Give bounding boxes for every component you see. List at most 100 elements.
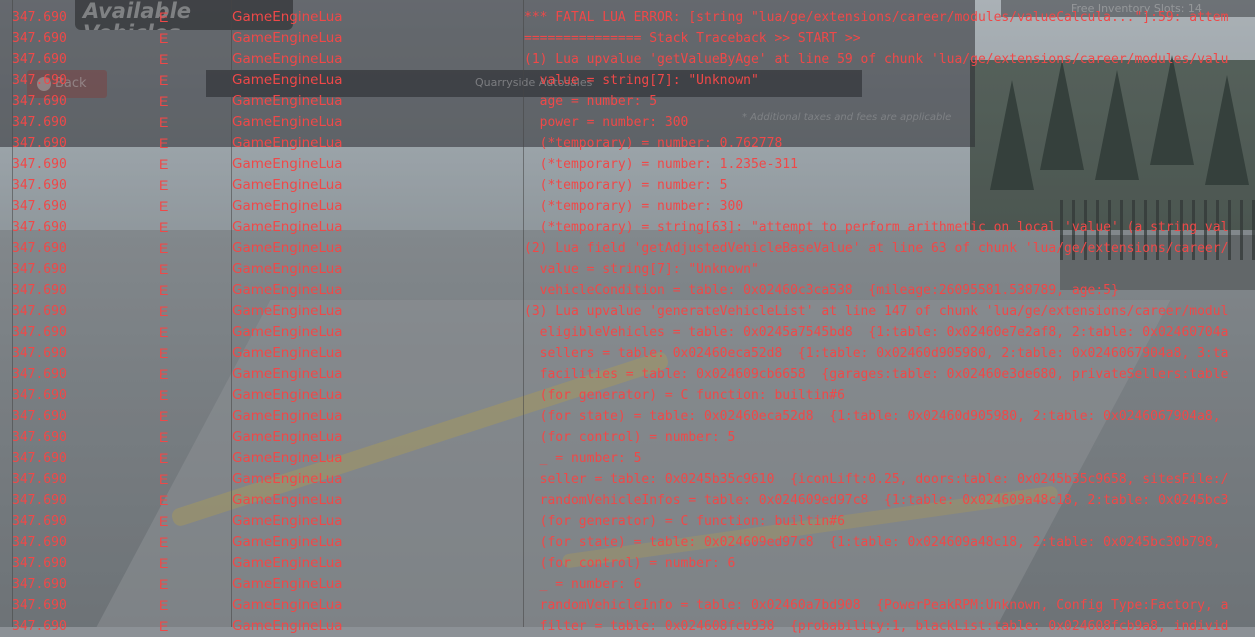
log-row[interactable]: 347.690 E GameEngineLua (2) Lua field 'getA… <box>0 238 1255 259</box>
log-row[interactable]: 347.690 E GameEngineLua (for state) = tabl… <box>0 406 1255 427</box>
log-source: GameEngineLua <box>232 450 343 466</box>
log-time: 347.690 <box>12 556 67 571</box>
log-level: E <box>159 450 169 466</box>
log-time: 347.690 <box>12 115 67 130</box>
log-level: E <box>159 492 169 508</box>
log-time: 347.690 <box>12 10 67 25</box>
log-row[interactable]: 347.690 E GameEngineLua (*temporary) = num… <box>0 175 1255 196</box>
log-source: GameEngineLua <box>232 30 343 46</box>
log-time: 347.690 <box>12 241 67 256</box>
log-source: GameEngineLua <box>232 261 343 277</box>
log-row[interactable]: 347.690 E GameEngineLua sellers = table: 0… <box>0 343 1255 364</box>
log-level: E <box>159 219 169 235</box>
log-level: E <box>159 240 169 256</box>
log-time: 347.690 <box>12 367 67 382</box>
log-message: *** FATAL LUA ERROR: [string "lua/ge/ext… <box>524 10 1229 25</box>
log-message: _ = number: 5 <box>524 451 642 466</box>
log-level: E <box>159 429 169 445</box>
log-level: E <box>159 471 169 487</box>
log-level: E <box>159 93 169 109</box>
log-row[interactable]: 347.690 E GameEngineLua vehicleCondition =… <box>0 280 1255 301</box>
log-level: E <box>159 324 169 340</box>
log-row[interactable]: 347.690 E GameEngineLua eligibleVehicles =… <box>0 322 1255 343</box>
log-message: =============== Stack Traceback >> START… <box>524 31 861 46</box>
log-source: GameEngineLua <box>232 345 343 361</box>
log-row[interactable]: 347.690 E GameEngineLua power = number: 30… <box>0 112 1255 133</box>
log-row[interactable]: 347.690 E GameEngineLua (for control) = nu… <box>0 427 1255 448</box>
log-row[interactable]: 347.690 E GameEngineLua seller = table: 0x… <box>0 469 1255 490</box>
log-time: 347.690 <box>12 178 67 193</box>
log-level: E <box>159 51 169 67</box>
log-source: GameEngineLua <box>232 513 343 529</box>
log-level: E <box>159 9 169 25</box>
log-source: GameEngineLua <box>232 387 343 403</box>
log-source: GameEngineLua <box>232 471 343 487</box>
log-row[interactable]: 347.690 E GameEngineLua (1) Lua upvalue 'ge… <box>0 49 1255 70</box>
log-source: GameEngineLua <box>232 93 343 109</box>
log-time: 347.690 <box>12 94 67 109</box>
log-source: GameEngineLua <box>232 72 343 88</box>
log-message: randomVehicleInfos = table: 0x024609ed97… <box>524 493 1229 508</box>
log-time: 347.690 <box>12 31 67 46</box>
log-time: 347.690 <box>12 388 67 403</box>
log-time: 347.690 <box>12 262 67 277</box>
log-time: 347.690 <box>12 199 67 214</box>
log-time: 347.690 <box>12 52 67 67</box>
log-message: (for state) = table: 0x024609ed97c8 {1:t… <box>524 535 1221 550</box>
log-level: E <box>159 387 169 403</box>
log-row[interactable]: 347.690 E GameEngineLua (3) Lua upvalue 'ge… <box>0 301 1255 322</box>
log-source: GameEngineLua <box>232 303 343 319</box>
log-time: 347.690 <box>12 346 67 361</box>
log-level: E <box>159 597 169 613</box>
log-source: GameEngineLua <box>232 156 343 172</box>
log-message: power = number: 300 <box>524 115 689 130</box>
log-level: E <box>159 555 169 571</box>
log-source: GameEngineLua <box>232 597 343 613</box>
log-row[interactable]: 347.690 E GameEngineLua value = string[7]:… <box>0 259 1255 280</box>
log-row[interactable]: 347.690 E GameEngineLua randomVehicleInfos… <box>0 490 1255 511</box>
log-level: E <box>159 282 169 298</box>
log-row[interactable]: 347.690 E GameEngineLua (*temporary) = num… <box>0 196 1255 217</box>
log-row[interactable]: 347.690 E GameEngineLua =============== Sta… <box>0 28 1255 49</box>
log-row[interactable]: 347.690 E GameEngineLua (*temporary) = str… <box>0 217 1255 238</box>
log-level: E <box>159 303 169 319</box>
log-source: GameEngineLua <box>232 9 343 25</box>
log-row[interactable]: 347.690 E GameEngineLua (*temporary) = num… <box>0 133 1255 154</box>
log-time: 347.690 <box>12 73 67 88</box>
log-source: GameEngineLua <box>232 555 343 571</box>
log-row[interactable]: 347.690 E GameEngineLua (for generator) = … <box>0 511 1255 532</box>
log-time: 347.690 <box>12 304 67 319</box>
log-row[interactable]: 347.690 E GameEngineLua _ = number: 6 <box>0 574 1255 595</box>
log-row[interactable]: 347.690 E GameEngineLua facilities = table… <box>0 364 1255 385</box>
log-row[interactable]: 347.690 E GameEngineLua _ = number: 5 <box>0 448 1255 469</box>
log-row[interactable]: 347.690 E GameEngineLua (for control) = nu… <box>0 553 1255 574</box>
log-time: 347.690 <box>12 577 67 592</box>
log-level: E <box>159 177 169 193</box>
log-source: GameEngineLua <box>232 576 343 592</box>
log-level: E <box>159 135 169 151</box>
log-row[interactable]: 347.690 E GameEngineLua (for generator) = … <box>0 385 1255 406</box>
log-message: value = string[7]: "Unknown" <box>524 262 759 277</box>
log-row[interactable]: 347.690 E GameEngineLua (*temporary) = num… <box>0 154 1255 175</box>
log-row[interactable]: 347.690 E GameEngineLua randomVehicleInfo … <box>0 595 1255 616</box>
log-message: (*temporary) = number: 5 <box>524 178 728 193</box>
log-time: 347.690 <box>12 136 67 151</box>
console-log[interactable]: 347.690 E GameEngineLua *** FATAL LUA ERROR… <box>0 0 1255 634</box>
log-row[interactable]: 347.690 E GameEngineLua *** FATAL LUA ERROR… <box>0 7 1255 28</box>
log-source: GameEngineLua <box>232 408 343 424</box>
log-level: E <box>159 30 169 46</box>
log-row[interactable]: 347.690 E GameEngineLua age = number: 5 <box>0 91 1255 112</box>
log-message: (*temporary) = number: 1.235e-311 <box>524 157 798 172</box>
log-row[interactable]: 347.690 E GameEngineLua value = string[7]:… <box>0 70 1255 91</box>
log-time: 347.690 <box>12 472 67 487</box>
log-level: E <box>159 408 169 424</box>
log-time: 347.690 <box>12 535 67 550</box>
log-level: E <box>159 261 169 277</box>
log-time: 347.690 <box>12 514 67 529</box>
log-message: seller = table: 0x0245b35c9610 {iconLift… <box>524 472 1229 487</box>
log-message: (for state) = table: 0x02460eca52d8 {1:t… <box>524 409 1221 424</box>
log-level: E <box>159 513 169 529</box>
log-row[interactable]: 347.690 E GameEngineLua (for state) = tabl… <box>0 532 1255 553</box>
log-message: (*temporary) = number: 300 <box>524 199 744 214</box>
log-message: (1) Lua upvalue 'getValueByAge' at line … <box>524 52 1229 67</box>
